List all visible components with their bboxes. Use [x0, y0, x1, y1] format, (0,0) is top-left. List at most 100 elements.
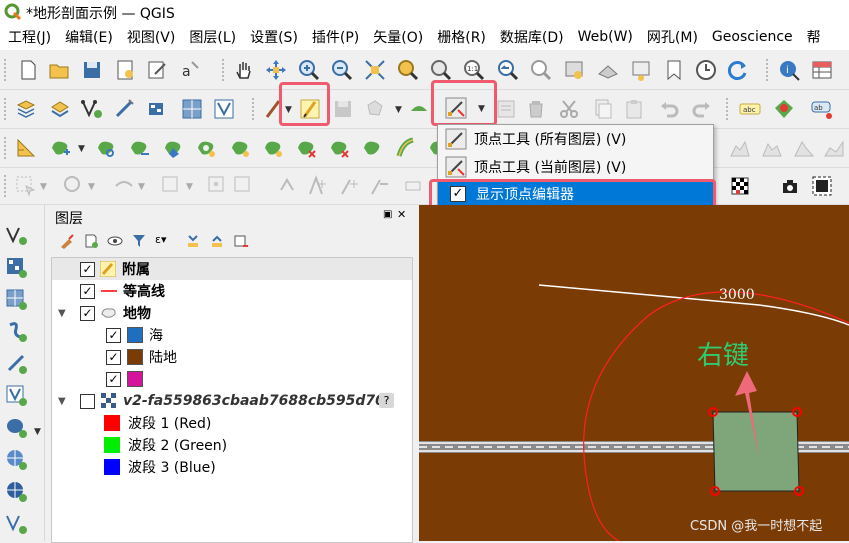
menu-item-vertex-tool-all-layers[interactable]: 顶点工具 (所有图层) (V) — [438, 126, 713, 152]
class-row-sea[interactable]: ✓ 海 — [52, 324, 412, 346]
delete-selected-icon[interactable] — [524, 97, 548, 121]
move-feature-dropdown-icon[interactable]: ▼ — [78, 144, 85, 154]
layer-row-raster[interactable]: ▼ v2-fa559863cbaab7688cb595d7​0fb — [52, 390, 412, 412]
profile-tool-4-icon[interactable] — [822, 136, 846, 160]
snapping-icon[interactable] — [275, 174, 299, 198]
layer-visibility-checkbox[interactable]: ✓ — [80, 283, 95, 299]
snapping-vertex-icon[interactable] — [306, 174, 330, 198]
pan-to-selection-icon[interactable] — [264, 58, 288, 82]
add-delimited-text-side-icon[interactable] — [4, 319, 28, 343]
add-raster-side-icon[interactable] — [4, 255, 28, 279]
select-dropdown-icon[interactable]: ▼ — [40, 182, 47, 192]
save-layer-edits-icon[interactable] — [331, 97, 355, 121]
delete-ring-icon[interactable] — [294, 136, 318, 160]
open-attribute-table-icon[interactable] — [810, 58, 834, 82]
toolbar-grip[interactable] — [222, 59, 228, 81]
scale-feature-icon[interactable] — [127, 136, 151, 160]
menu-project[interactable]: 工程(J) — [0, 27, 57, 47]
zoom-full-icon[interactable] — [363, 58, 387, 82]
menu-web[interactable]: Web(W) — [570, 29, 639, 45]
select-features-icon[interactable] — [14, 174, 38, 198]
menu-plugins[interactable]: 插件(P) — [304, 27, 365, 47]
add-vector-layer-side-icon[interactable] — [4, 223, 28, 247]
deselect-all-icon[interactable] — [160, 174, 184, 198]
temporal-controller-icon[interactable] — [694, 58, 718, 82]
class-visibility-checkbox[interactable]: ✓ — [106, 349, 121, 365]
class-visibility-checkbox[interactable]: ✓ — [106, 327, 121, 343]
menu-view[interactable]: 视图(V) — [119, 27, 182, 47]
menu-vector[interactable]: 矢量(O) — [365, 27, 429, 47]
rotate-feature-icon[interactable] — [94, 136, 118, 160]
add-virtual-layer-side-icon[interactable] — [4, 511, 28, 535]
toolbar-grip[interactable] — [4, 98, 10, 120]
deselect-dropdown-icon[interactable]: ▼ — [186, 182, 193, 192]
toolbar-grip[interactable] — [4, 137, 10, 159]
zoom-next-icon[interactable] — [529, 58, 553, 82]
select-by-value-icon[interactable] — [62, 174, 86, 198]
select-all-icon[interactable] — [206, 174, 230, 198]
visibility-icon[interactable] — [107, 233, 123, 249]
snapping-intersection-icon[interactable] — [368, 174, 392, 198]
collapse-all-icon[interactable] — [209, 233, 225, 249]
map-tips-icon[interactable] — [629, 58, 653, 82]
zoom-to-layer-icon[interactable] — [429, 58, 453, 82]
add-spatialite-side-icon[interactable] — [4, 351, 28, 375]
add-vector-layer-icon[interactable] — [80, 97, 104, 121]
paste-features-icon[interactable] — [622, 97, 646, 121]
label-pin-icon[interactable]: ab — [810, 97, 834, 121]
modify-attributes-icon[interactable] — [494, 97, 518, 121]
add-geopackage-side-icon[interactable] — [4, 383, 28, 407]
add-group-icon[interactable] — [83, 233, 99, 249]
menu-settings[interactable]: 设置(S) — [242, 27, 304, 47]
map-canvas[interactable]: 3000 右键 — [419, 205, 849, 541]
add-delimited-text-icon[interactable] — [112, 97, 136, 121]
invert-selection-icon[interactable] — [232, 174, 256, 198]
open-project-icon[interactable] — [47, 58, 71, 82]
profile-tool-3-icon[interactable] — [792, 136, 816, 160]
zoom-last-icon[interactable] — [496, 58, 520, 82]
zoom-out-icon[interactable] — [330, 58, 354, 82]
capture-region-icon[interactable] — [810, 174, 834, 198]
class-row-other[interactable]: ✓ — [52, 368, 412, 390]
remove-layer-icon[interactable] — [233, 233, 249, 249]
add-postgis-side-icon[interactable] — [4, 415, 28, 439]
class-row-land[interactable]: ✓ 陆地 — [52, 346, 412, 368]
reshape-features-icon[interactable] — [360, 136, 384, 160]
select-by-expression-icon[interactable] — [112, 174, 136, 198]
profile-tool-icon[interactable] — [728, 136, 752, 160]
menu-help[interactable]: 帮 — [799, 27, 827, 47]
style-icon[interactable] — [59, 233, 75, 249]
selected-polygon-feature[interactable] — [712, 411, 800, 492]
redo-icon[interactable] — [690, 97, 714, 121]
expand-all-icon[interactable] — [185, 233, 201, 249]
select-expr-dropdown-icon[interactable]: ▼ — [138, 182, 145, 192]
add-wms-layer-icon[interactable] — [180, 97, 204, 121]
help-icon[interactable]: ? — [379, 393, 394, 408]
add-ring-icon[interactable] — [194, 136, 218, 160]
layer-visibility-checkbox[interactable] — [80, 393, 95, 409]
class-visibility-checkbox[interactable]: ✓ — [106, 371, 121, 387]
new-print-layout-icon[interactable] — [113, 58, 137, 82]
move-feature-icon[interactable] — [48, 136, 72, 160]
zoom-to-selection-icon[interactable] — [396, 58, 420, 82]
toolbar-grip[interactable] — [726, 98, 732, 120]
expand-arrow-icon[interactable]: ▼ — [58, 308, 80, 319]
toolbar-grip[interactable] — [766, 59, 772, 81]
advanced-digitizing-icon[interactable] — [14, 136, 38, 160]
undo-icon[interactable] — [657, 97, 681, 121]
zoom-in-icon[interactable] — [297, 58, 321, 82]
layer-row-contour[interactable]: ✓ 等高线 — [52, 280, 412, 302]
select-value-dropdown-icon[interactable]: ▼ — [88, 182, 95, 192]
filter-by-expression-icon[interactable]: ε▾ — [155, 233, 177, 249]
close-panel-icon[interactable]: ✕ — [397, 208, 406, 221]
data-source-manager-icon[interactable] — [14, 97, 38, 121]
show-bookmarks-icon[interactable] — [596, 58, 620, 82]
copy-features-icon[interactable] — [590, 97, 614, 121]
identify-features-icon[interactable]: i — [777, 58, 801, 82]
toolbar-grip[interactable] — [4, 59, 10, 81]
bookmark-icon[interactable] — [662, 58, 686, 82]
offset-curve-icon[interactable] — [393, 136, 417, 160]
add-mesh-side-icon[interactable] — [4, 287, 28, 311]
text-annotation-icon[interactable]: a — [178, 58, 202, 82]
menu-raster[interactable]: 栅格(R) — [429, 27, 492, 47]
